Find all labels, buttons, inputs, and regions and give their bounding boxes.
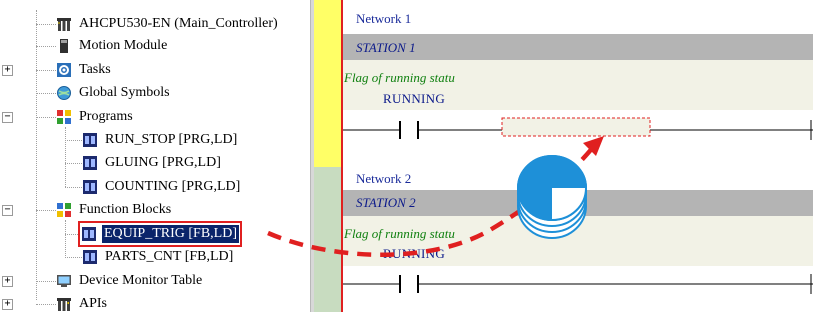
tree-item-motion-module[interactable]: Motion Module — [56, 36, 169, 56]
tree-item-label: Motion Module — [79, 38, 168, 53]
programs-icon — [57, 110, 71, 124]
tree-item-programs[interactable]: Programs — [56, 107, 135, 127]
apis-expander[interactable]: + — [2, 299, 13, 310]
tree-item-gluing[interactable]: GLUING [PRG,LD] — [82, 153, 223, 173]
globe-icon — [57, 86, 71, 100]
tree-item-counting[interactable]: COUNTING [PRG,LD] — [82, 177, 242, 197]
rung-graphics — [343, 117, 813, 294]
tree-item-global-symbols[interactable]: Global Symbols — [56, 83, 172, 103]
tree-item-device-monitor-table[interactable]: Device Monitor Table — [56, 271, 204, 291]
pou-icon — [82, 227, 96, 241]
pou-icon — [83, 133, 97, 147]
function-blocks-icon — [57, 203, 71, 217]
tree-item-label: COUNTING [PRG,LD] — [105, 179, 241, 194]
tree-item-parts-cnt[interactable]: PARTS_CNT [FB,LD] — [82, 247, 235, 267]
monitor-table-icon — [57, 275, 71, 287]
tasks-expander[interactable]: + — [2, 65, 13, 76]
tree-item-label: Tasks — [79, 62, 111, 77]
network-2-rung — [343, 274, 813, 294]
plc-cpu-icon — [57, 18, 71, 31]
programs-expander[interactable]: − — [2, 112, 13, 123]
tree-item-label: Function Blocks — [79, 202, 172, 217]
module-icon — [60, 39, 68, 53]
tree-item-label: AHCPU530-EN (Main_Controller) — [79, 16, 278, 31]
tree-item-label: APIs — [79, 296, 108, 311]
tree-item-label: Global Symbols — [79, 85, 170, 100]
tree-item-label: EQUIP_TRIG [FB,LD] — [102, 225, 239, 243]
tree-item-tasks[interactable]: Tasks — [56, 60, 113, 80]
tree-item-run-stop[interactable]: RUN_STOP [PRG,LD] — [82, 130, 239, 150]
insertion-target-box[interactable] — [501, 117, 651, 137]
device-monitor-expander[interactable]: + — [2, 276, 13, 287]
tree-item-equip-trig[interactable]: EQUIP_TRIG [FB,LD] — [78, 221, 242, 247]
tasks-icon — [57, 63, 71, 77]
tree-item-controller[interactable]: AHCPU530-EN (Main_Controller) — [56, 14, 280, 34]
pou-icon — [83, 156, 97, 170]
tree-item-label: GLUING [PRG,LD] — [105, 155, 221, 170]
tree-item-label: Programs — [79, 109, 133, 124]
tree-item-apis[interactable]: APIs — [56, 294, 109, 312]
project-tree-panel[interactable]: + − − + + AHCPU530-EN (Main_Controller) … — [0, 0, 310, 312]
function-blocks-expander[interactable]: − — [2, 205, 13, 216]
pou-icon — [83, 180, 97, 194]
tree-item-label: Device Monitor Table — [79, 273, 203, 288]
apis-icon — [57, 298, 71, 311]
pou-icon — [83, 250, 97, 264]
tree-item-label: RUN_STOP [PRG,LD] — [105, 132, 238, 147]
ladder-editor[interactable]: Network 1 STATION 1 Flag of running stat… — [314, 0, 813, 312]
tree-item-label: PARTS_CNT [FB,LD] — [105, 249, 234, 264]
tree-item-function-blocks[interactable]: Function Blocks — [56, 200, 173, 220]
